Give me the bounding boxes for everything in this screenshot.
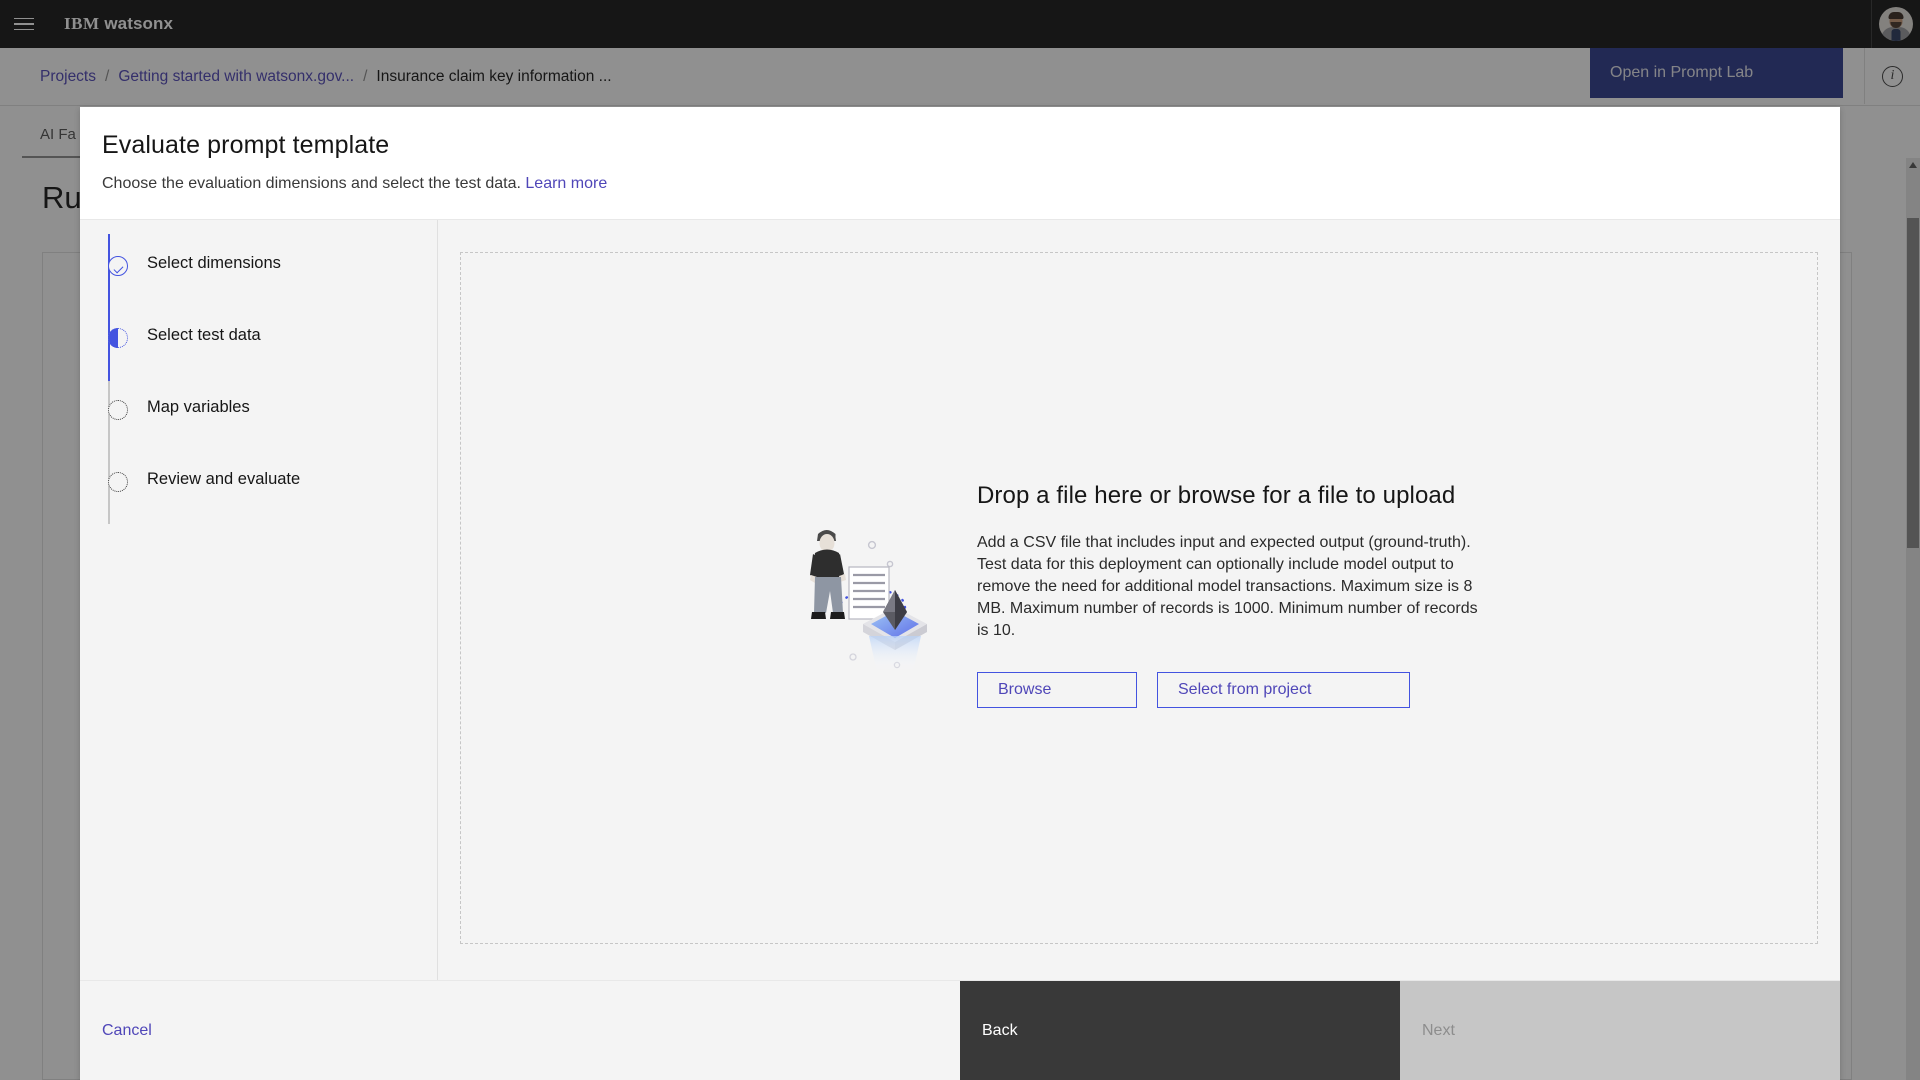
evaluate-prompt-template-modal: Evaluate prompt template Choose the eval… — [80, 107, 1840, 1080]
step-select-dimensions[interactable]: Select dimensions — [102, 254, 437, 326]
dropzone-actions: Browse Select from project — [977, 672, 1485, 709]
modal-footer: Cancel Back Next — [80, 980, 1840, 1080]
file-dropzone[interactable]: Drop a file here or browse for a file to… — [460, 252, 1818, 944]
step-label: Review and evaluate — [147, 470, 301, 488]
modal-header: Evaluate prompt template Choose the eval… — [80, 107, 1840, 219]
step-incomplete-icon — [108, 400, 128, 420]
modal-subtitle: Choose the evaluation dimensions and sel… — [102, 175, 1840, 193]
learn-more-link[interactable]: Learn more — [525, 175, 607, 192]
upload-data-illustration — [793, 512, 933, 677]
modal-title: Evaluate prompt template — [102, 131, 390, 159]
step-select-test-data[interactable]: Select test data — [102, 326, 437, 398]
modal-content-area: Drop a file here or browse for a file to… — [438, 220, 1840, 980]
cancel-button[interactable]: Cancel — [80, 981, 960, 1080]
step-map-variables[interactable]: Map variables — [102, 398, 437, 470]
modal-subtitle-text: Choose the evaluation dimensions and sel… — [102, 175, 521, 192]
step-label: Map variables — [147, 398, 250, 416]
step-current-icon — [107, 327, 128, 348]
progress-steps-sidebar: Select dimensions Select test data Map v… — [80, 220, 438, 980]
back-button[interactable]: Back — [960, 981, 1400, 1080]
step-incomplete-icon — [108, 472, 128, 492]
select-from-project-button[interactable]: Select from project — [1157, 672, 1410, 709]
step-label: Select dimensions — [147, 254, 281, 272]
modal-body: Select dimensions Select test data Map v… — [80, 219, 1840, 980]
step-label: Select test data — [147, 326, 261, 344]
next-button[interactable]: Next — [1400, 981, 1840, 1080]
browse-button[interactable]: Browse — [977, 672, 1137, 709]
dropzone-description: Add a CSV file that includes input and e… — [977, 533, 1478, 640]
step-review-and-evaluate[interactable]: Review and evaluate — [102, 470, 437, 542]
step-complete-icon — [108, 256, 128, 276]
dropzone-heading: Drop a file here or browse for a file to… — [977, 481, 1456, 509]
